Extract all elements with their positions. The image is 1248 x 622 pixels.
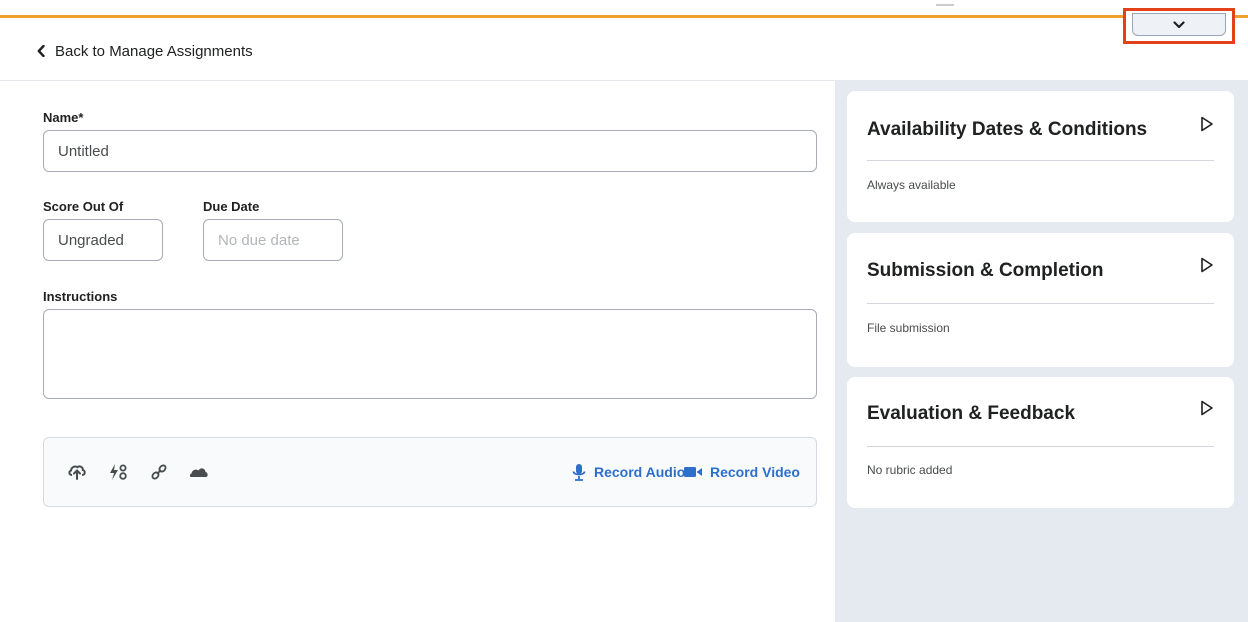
availability-card[interactable]: Availability Dates & Conditions Always a… xyxy=(847,91,1234,222)
microphone-icon xyxy=(572,464,586,481)
card-divider xyxy=(867,303,1214,304)
record-audio-button[interactable]: Record Audio xyxy=(572,462,685,482)
top-mark xyxy=(936,4,954,6)
settings-panel: Availability Dates & Conditions Always a… xyxy=(835,80,1248,622)
instructions-label: Instructions xyxy=(43,289,118,304)
record-video-button[interactable]: Record Video xyxy=(684,462,800,482)
video-camera-icon xyxy=(684,467,702,477)
back-link-label: Back to Manage Assignments xyxy=(55,42,253,60)
availability-summary: Always available xyxy=(867,178,956,192)
onedrive-icon[interactable] xyxy=(189,462,209,482)
instructions-editor[interactable] xyxy=(43,309,817,399)
collapse-button-highlight xyxy=(1123,8,1235,44)
expand-arrow-icon xyxy=(1201,116,1213,132)
due-date-label: Due Date xyxy=(203,199,260,214)
link-icon[interactable] xyxy=(149,462,169,482)
submission-card[interactable]: Submission & Completion File submission xyxy=(847,233,1234,367)
card-divider xyxy=(867,446,1214,447)
submission-summary: File submission xyxy=(867,321,950,335)
card-divider xyxy=(867,160,1214,161)
evaluation-summary: No rubric added xyxy=(867,463,953,477)
attachment-toolbar: Record Audio Record Video xyxy=(43,437,817,507)
equation-icon[interactable] xyxy=(108,462,128,482)
due-date-input[interactable]: No due date xyxy=(203,219,343,261)
chevron-left-icon xyxy=(37,45,45,57)
score-label: Score Out Of xyxy=(43,199,124,214)
chevron-down-icon xyxy=(1173,20,1185,28)
record-audio-label: Record Audio xyxy=(594,464,686,480)
collapse-button[interactable] xyxy=(1132,13,1226,36)
evaluation-card[interactable]: Evaluation & Feedback No rubric added xyxy=(847,377,1234,508)
expand-arrow-icon xyxy=(1201,257,1213,273)
back-link[interactable]: Back to Manage Assignments xyxy=(37,40,253,62)
header-divider xyxy=(0,80,835,81)
submission-card-title: Submission & Completion xyxy=(867,260,1104,281)
upload-icon[interactable] xyxy=(67,462,87,482)
score-input[interactable]: Ungraded xyxy=(43,219,163,261)
record-video-label: Record Video xyxy=(710,464,800,480)
name-input[interactable]: Untitled xyxy=(43,130,817,172)
evaluation-card-title: Evaluation & Feedback xyxy=(867,403,1076,424)
accent-line xyxy=(0,15,1248,18)
name-label: Name* xyxy=(43,110,84,125)
expand-arrow-icon xyxy=(1201,400,1213,416)
availability-card-title: Availability Dates & Conditions xyxy=(867,119,1148,140)
